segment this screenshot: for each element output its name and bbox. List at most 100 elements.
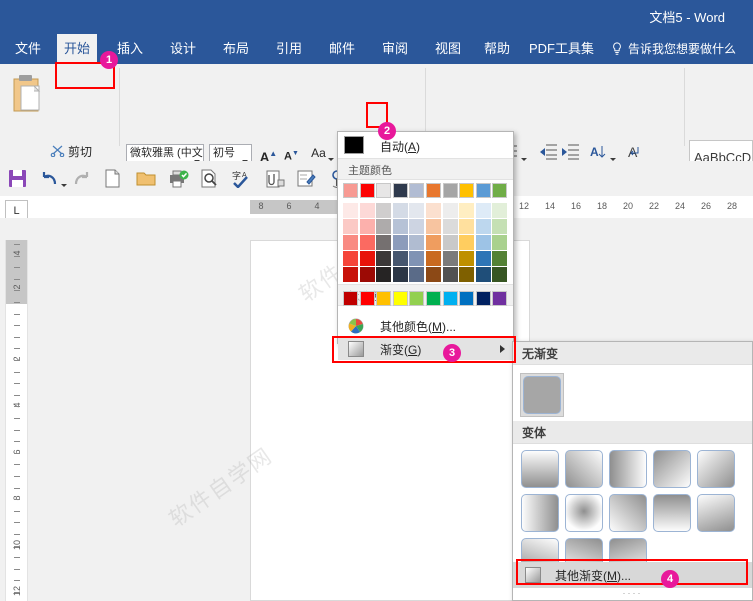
gradient-submenu[interactable]: 无渐变 变体 其他渐变(M)... ···· [512, 341, 753, 601]
automatic-color-item[interactable]: 自动(A) [338, 132, 513, 158]
gradient-variation-tile[interactable] [565, 450, 603, 488]
gradient-variation-tile[interactable] [697, 494, 735, 532]
tab-9[interactable]: 帮助 [477, 34, 517, 64]
theme-color-swatch[interactable] [426, 203, 441, 218]
theme-color-swatch[interactable] [376, 267, 391, 282]
tab-7[interactable]: 审阅 [375, 34, 415, 64]
theme-color-swatch[interactable] [476, 267, 491, 282]
cut-button[interactable]: 剪切 [68, 143, 92, 160]
gradient-variation-tile[interactable] [653, 450, 691, 488]
theme-color-swatch[interactable] [426, 183, 441, 198]
tell-me-box[interactable]: 告诉我您想要做什么 [628, 34, 736, 64]
theme-color-swatch[interactable] [343, 219, 358, 234]
theme-color-swatch[interactable] [476, 219, 491, 234]
theme-color-swatch[interactable] [476, 183, 491, 198]
theme-color-swatch[interactable] [393, 219, 408, 234]
theme-color-swatch[interactable] [443, 235, 458, 250]
theme-color-swatch[interactable] [409, 235, 424, 250]
theme-color-swatch[interactable] [476, 251, 491, 266]
decrease-indent-icon[interactable] [539, 143, 558, 161]
redo-icon[interactable] [73, 169, 92, 188]
standard-color-swatch[interactable] [459, 291, 474, 306]
theme-color-swatch[interactable] [492, 203, 507, 218]
theme-color-swatch[interactable] [343, 203, 358, 218]
theme-color-swatch[interactable] [492, 235, 507, 250]
quick-print-icon[interactable] [168, 170, 189, 188]
theme-color-swatch[interactable] [426, 251, 441, 266]
theme-color-swatch[interactable] [393, 267, 408, 282]
theme-color-swatch[interactable] [393, 235, 408, 250]
theme-color-swatch[interactable] [393, 183, 408, 198]
theme-color-swatch[interactable] [409, 219, 424, 234]
gradient-menu-item[interactable]: 渐变(G) [338, 337, 513, 360]
theme-color-swatch[interactable] [409, 251, 424, 266]
theme-color-swatch[interactable] [360, 235, 375, 250]
theme-color-swatch[interactable] [343, 267, 358, 282]
theme-color-swatch[interactable] [409, 267, 424, 282]
tab-0[interactable]: 文件 [8, 34, 48, 64]
theme-color-swatch[interactable] [360, 219, 375, 234]
no-gradient-item[interactable] [520, 373, 564, 417]
theme-color-swatch[interactable] [376, 203, 391, 218]
theme-color-swatch[interactable] [360, 267, 375, 282]
save-icon[interactable] [8, 169, 27, 188]
theme-color-swatch[interactable] [459, 219, 474, 234]
gradient-variation-tile[interactable] [653, 494, 691, 532]
theme-color-swatch[interactable] [376, 235, 391, 250]
font-color-dropdown-menu[interactable]: 自动(A) 主题颜色 标准色 其他颜色(M)... 渐变(G) [337, 131, 514, 344]
theme-color-swatch[interactable] [376, 183, 391, 198]
theme-color-swatch[interactable] [376, 219, 391, 234]
theme-color-swatch[interactable] [360, 251, 375, 266]
spelling-check-icon[interactable]: 字 A [232, 169, 252, 188]
print-preview-icon[interactable] [200, 169, 219, 188]
undo-icon[interactable] [40, 169, 59, 188]
theme-color-swatch[interactable] [459, 183, 474, 198]
gradient-variation-tile[interactable] [565, 494, 603, 532]
theme-color-swatch[interactable] [343, 251, 358, 266]
theme-color-swatch[interactable] [409, 183, 424, 198]
sort-icon[interactable]: A [588, 143, 608, 161]
theme-color-swatch[interactable] [459, 267, 474, 282]
open-folder-icon[interactable] [136, 170, 156, 187]
tab-1[interactable]: 开始 [57, 34, 97, 64]
theme-color-swatch[interactable] [459, 251, 474, 266]
theme-color-swatch[interactable] [426, 267, 441, 282]
standard-color-swatch[interactable] [393, 291, 408, 306]
theme-color-swatch[interactable] [360, 203, 375, 218]
theme-color-swatch[interactable] [409, 203, 424, 218]
theme-color-swatch[interactable] [343, 235, 358, 250]
standard-color-swatch[interactable] [443, 291, 458, 306]
theme-color-swatch[interactable] [426, 235, 441, 250]
standard-color-swatch[interactable] [476, 291, 491, 306]
increase-indent-icon[interactable] [561, 143, 580, 161]
standard-color-swatch[interactable] [492, 291, 507, 306]
standard-color-swatch[interactable] [426, 291, 441, 306]
show-marks-icon[interactable]: A [626, 143, 644, 161]
tab-10[interactable]: PDF工具集 [522, 34, 601, 64]
standard-color-swatch[interactable] [409, 291, 424, 306]
theme-color-swatch[interactable] [443, 183, 458, 198]
gradient-variation-tile[interactable] [697, 450, 735, 488]
gradient-variation-tile[interactable] [521, 494, 559, 532]
theme-color-swatch[interactable] [360, 183, 375, 198]
gradient-variation-tile[interactable] [609, 450, 647, 488]
theme-color-swatch[interactable] [492, 251, 507, 266]
attach-icon[interactable] [265, 170, 285, 188]
standard-color-swatch[interactable] [360, 291, 375, 306]
tab-5[interactable]: 引用 [269, 34, 309, 64]
standard-color-swatch[interactable] [376, 291, 391, 306]
theme-color-swatch[interactable] [476, 235, 491, 250]
vertical-ruler[interactable]: 4 2 2 4 6 8 10 12 [5, 240, 28, 601]
gradient-variation-tile[interactable] [521, 450, 559, 488]
theme-color-swatch[interactable] [343, 183, 358, 198]
submenu-grip[interactable]: ···· [513, 589, 752, 600]
tab-3[interactable]: 设计 [163, 34, 203, 64]
theme-color-swatch[interactable] [459, 235, 474, 250]
tab-8[interactable]: 视图 [428, 34, 468, 64]
theme-color-swatch[interactable] [476, 203, 491, 218]
theme-color-swatch[interactable] [443, 267, 458, 282]
theme-color-swatch[interactable] [492, 219, 507, 234]
more-colors-menu-item[interactable]: 其他颜色(M)... [338, 314, 513, 337]
gradient-variation-tile[interactable] [609, 494, 647, 532]
edit-note-icon[interactable] [297, 169, 316, 188]
